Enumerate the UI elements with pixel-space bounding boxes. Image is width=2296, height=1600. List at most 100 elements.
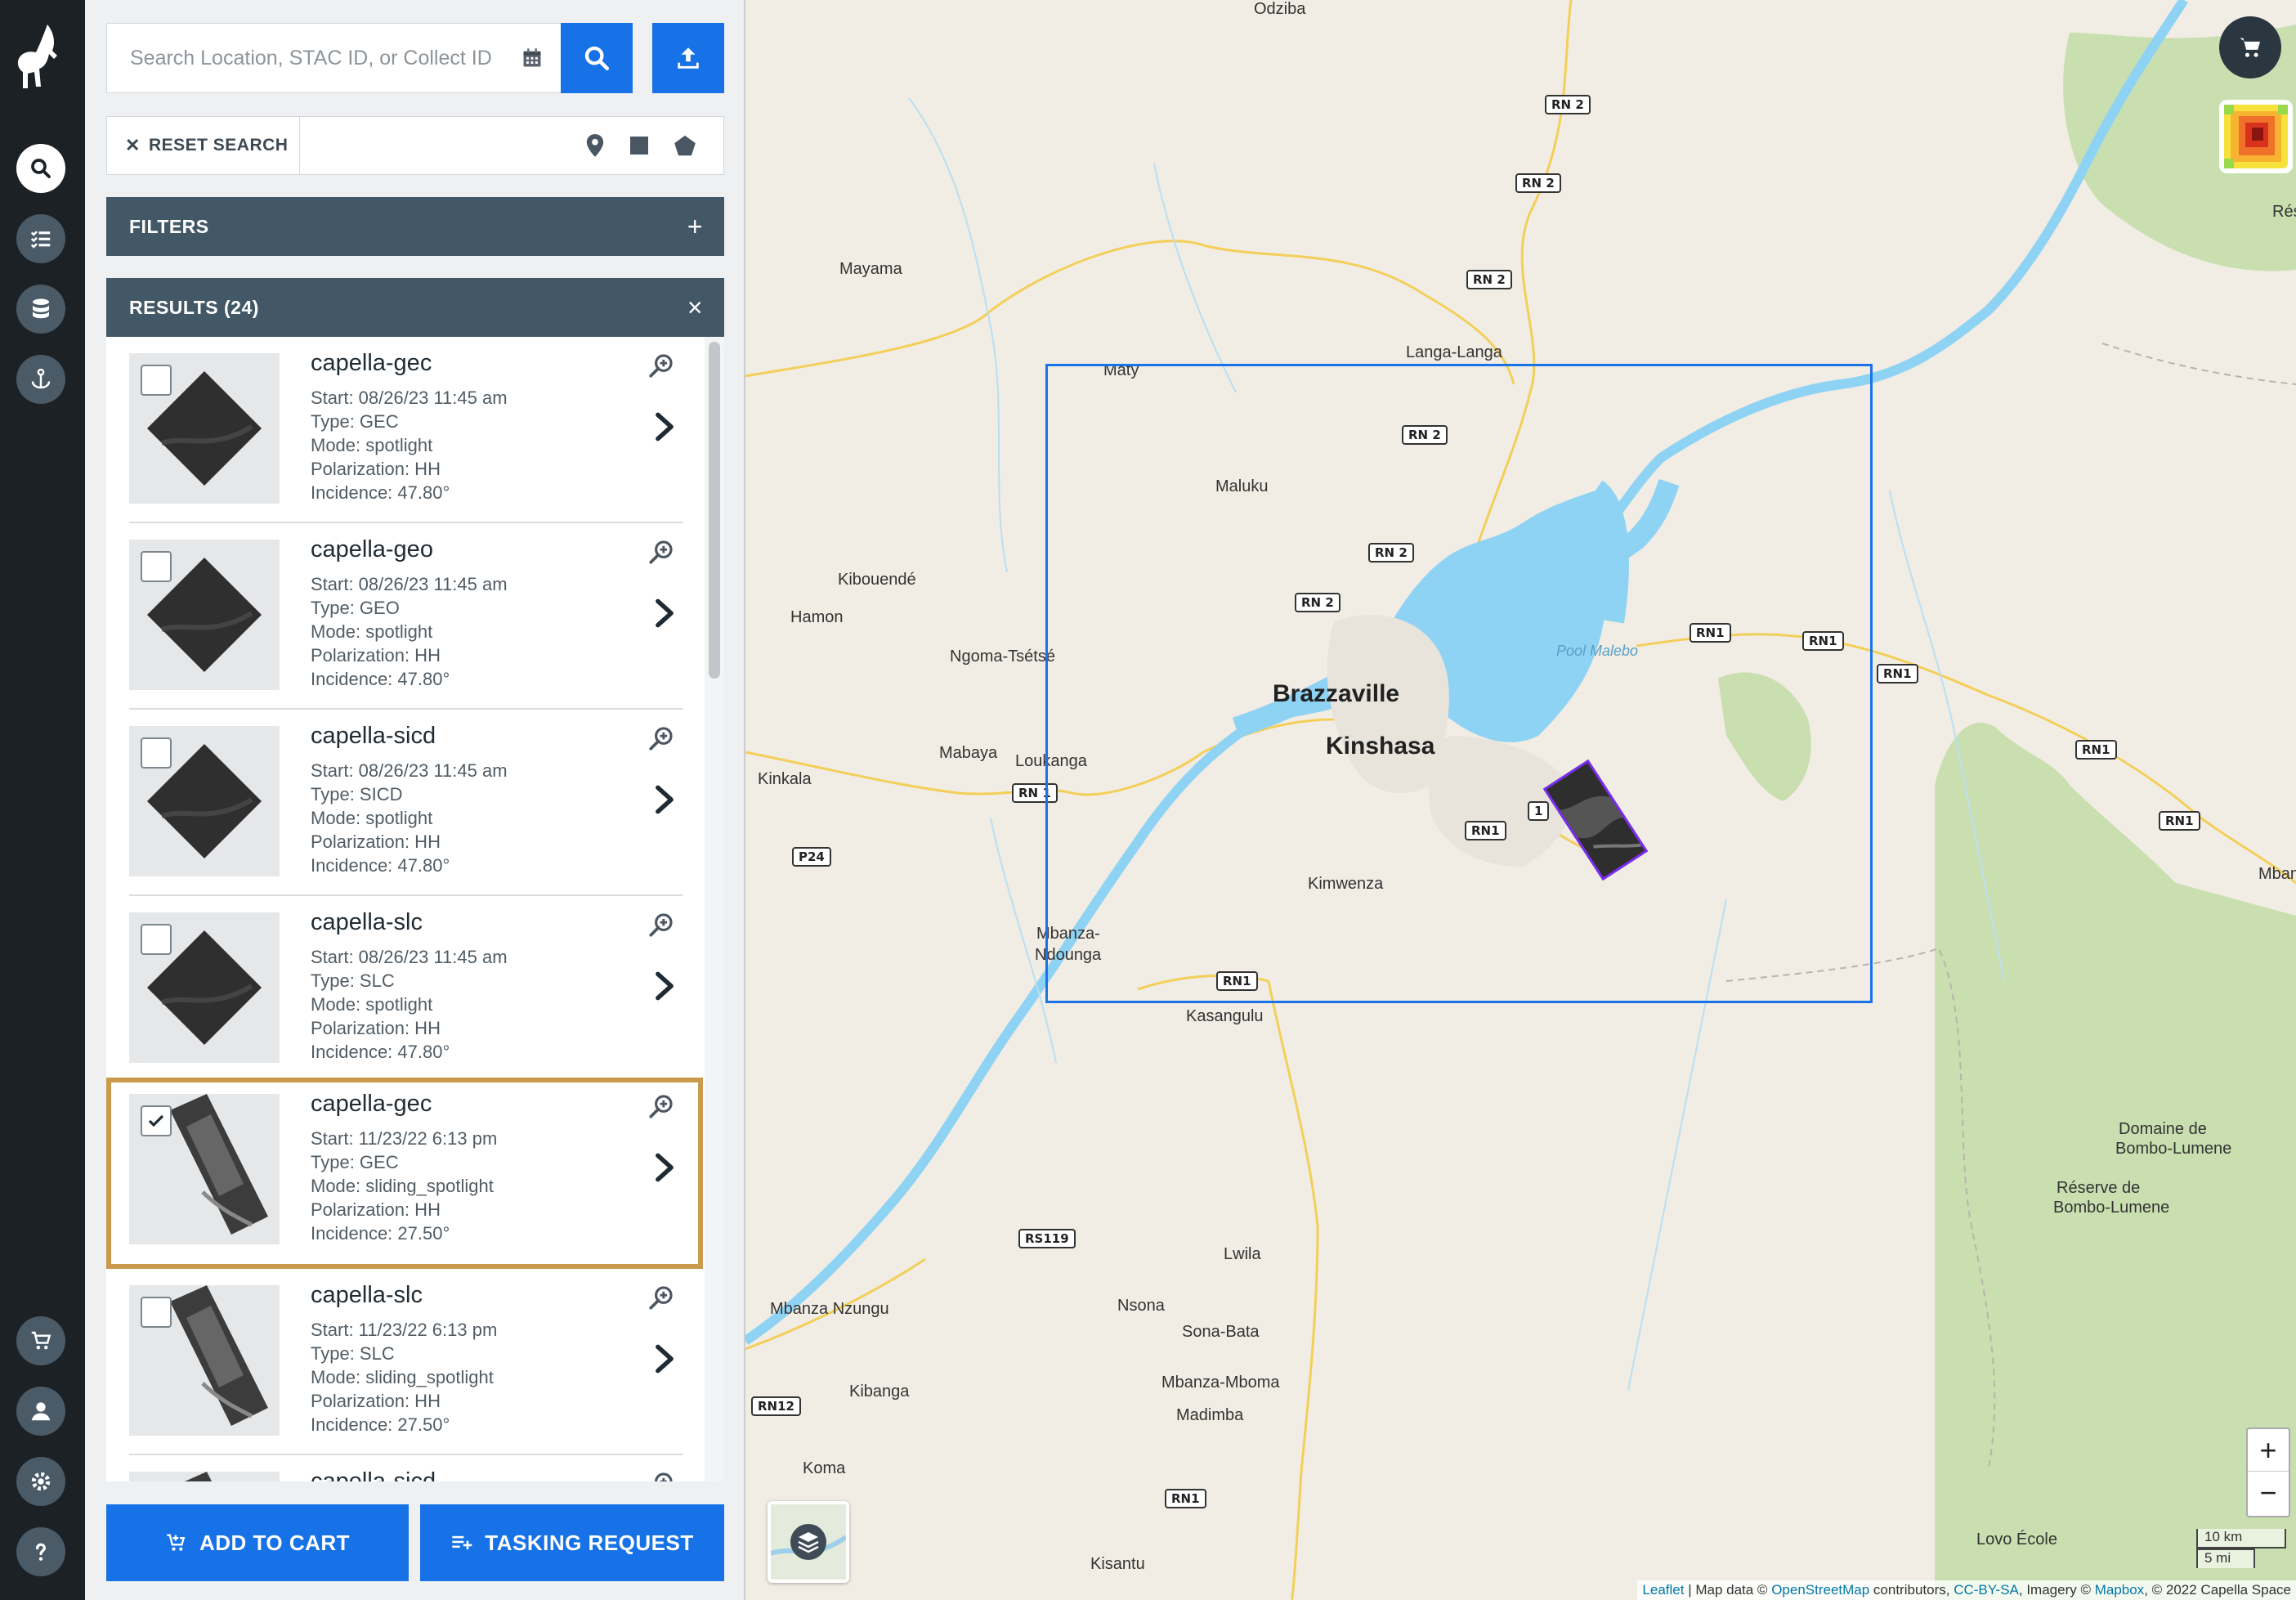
heatmap-icon — [2219, 100, 2293, 173]
result-checkbox[interactable] — [141, 1297, 172, 1328]
mapbox-link[interactable]: Mapbox — [2095, 1582, 2144, 1598]
zoom-to-icon[interactable] — [647, 352, 675, 379]
place-label: Madimba — [1176, 1406, 1244, 1424]
result-checkbox[interactable] — [141, 737, 172, 769]
chevron-right-icon[interactable] — [654, 410, 675, 443]
result-incidence: Incidence: 47.80° — [311, 482, 450, 503]
result-type: Type: GEC — [311, 1152, 399, 1172]
area-of-interest[interactable] — [1045, 364, 1873, 1003]
attribution-text-2: contributors, — [1869, 1582, 1954, 1598]
chevron-right-icon[interactable] — [654, 597, 675, 630]
result-item[interactable]: capella-sicd — [106, 1455, 703, 1481]
result-title: capella-gec — [311, 350, 432, 376]
place-label: Bombo-Lumene — [2053, 1199, 2170, 1217]
add-to-cart-button[interactable]: ADD TO CART — [106, 1504, 409, 1581]
pentagon-icon — [674, 135, 696, 156]
chevron-right-icon[interactable] — [654, 1151, 675, 1184]
result-start: Start: 11/23/22 6:13 pm — [311, 1128, 498, 1149]
filters-label: FILTERS — [129, 215, 209, 237]
result-type: Type: GEO — [311, 598, 400, 618]
upload-button[interactable] — [652, 23, 724, 93]
result-item[interactable]: capella-slc Start: 08/26/23 11:45 am Type:… — [106, 896, 703, 1082]
result-type: Type: GEC — [311, 411, 399, 432]
results-scrollbar[interactable] — [705, 337, 724, 1481]
result-checkbox[interactable] — [141, 924, 172, 955]
place-label: Rés — [2272, 203, 2296, 221]
playlist-add-icon — [452, 1535, 472, 1550]
zoom-to-icon[interactable] — [647, 538, 675, 566]
layers-button[interactable] — [768, 1501, 849, 1583]
result-title: capella-slc — [311, 1282, 423, 1308]
rail-search-button[interactable] — [16, 144, 65, 193]
search-button[interactable] — [561, 23, 633, 93]
close-icon: ✕ — [125, 135, 141, 155]
scale-km: 10 km — [2196, 1529, 2286, 1548]
calendar-icon[interactable] — [521, 47, 544, 69]
heatmap-toggle[interactable] — [2219, 100, 2293, 173]
zoom-in-button[interactable]: + — [2248, 1429, 2289, 1472]
close-results-icon[interactable]: × — [687, 293, 703, 322]
expand-filters-icon[interactable]: + — [687, 212, 703, 241]
rail-tasks-button[interactable] — [16, 214, 65, 263]
result-checkbox[interactable] — [141, 365, 172, 396]
draw-polygon-tool[interactable] — [671, 132, 699, 159]
rail-help-button[interactable] — [16, 1527, 65, 1576]
help-icon — [36, 1543, 47, 1561]
place-label: Koma — [803, 1459, 846, 1477]
attribution-text-4: , © 2022 Capella Space — [2144, 1582, 2291, 1598]
place-label: Domaine de — [2119, 1120, 2207, 1138]
result-thumbnail — [129, 1472, 280, 1481]
map-view[interactable]: Odziba Mayama Langa-Langa Maty Maluku Kibouen… — [745, 0, 2296, 1600]
result-incidence: Incidence: 47.80° — [311, 1042, 450, 1062]
result-start: Start: 08/26/23 11:45 am — [311, 947, 508, 967]
square-icon — [630, 137, 648, 155]
filters-header[interactable]: FILTERS + — [106, 197, 724, 256]
result-item[interactable]: capella-geo Start: 08/26/23 11:45 am Type:… — [106, 523, 703, 710]
zoom-to-icon[interactable] — [647, 1470, 675, 1481]
place-label: Nsona — [1117, 1297, 1165, 1315]
zoom-out-button[interactable]: − — [2248, 1472, 2289, 1514]
search-input[interactable] — [107, 24, 508, 92]
chevron-right-icon[interactable] — [654, 1342, 675, 1375]
result-start: Start: 08/26/23 11:45 am — [311, 760, 508, 781]
result-mode: Mode: spotlight — [311, 621, 433, 642]
reset-search-button[interactable]: ✕ RESET SEARCH — [107, 117, 300, 174]
road-shield: RN12 — [751, 1396, 801, 1416]
place-label: Kinkala — [758, 770, 812, 788]
rail-catalog-button[interactable] — [16, 285, 65, 334]
result-checkbox[interactable] — [141, 551, 172, 582]
draw-rectangle-tool[interactable] — [625, 132, 653, 159]
tasking-request-label: TASKING REQUEST — [485, 1530, 694, 1555]
rail-cart-button[interactable] — [16, 1316, 65, 1365]
search-icon — [31, 159, 51, 178]
zoom-to-icon[interactable] — [647, 1092, 675, 1120]
cart-fab-button[interactable] — [2219, 16, 2281, 78]
result-item[interactable]: capella-sicd Start: 08/26/23 11:45 am Type… — [106, 710, 703, 896]
cc-by-sa-link[interactable]: CC-BY-SA — [1954, 1582, 2019, 1598]
osm-link[interactable]: OpenStreetMap — [1771, 1582, 1869, 1598]
zoom-to-icon[interactable] — [647, 911, 675, 939]
rail-account-button[interactable] — [16, 1387, 65, 1436]
cart-icon — [31, 1331, 51, 1350]
zoom-to-icon[interactable] — [647, 1284, 675, 1311]
zoom-to-icon[interactable] — [647, 724, 675, 752]
result-checkbox[interactable] — [141, 1105, 172, 1136]
map-attribution: Leaflet | Map data © OpenStreetMap contr… — [1637, 1580, 2296, 1600]
rail-settings-button[interactable] — [16, 1457, 65, 1506]
road-shield: RN1 — [1877, 664, 1918, 683]
road-shield: RN1 — [1165, 1489, 1206, 1508]
road-shield: RN 2 — [1545, 95, 1591, 114]
result-title: capella-gec — [311, 1091, 432, 1117]
rail-sensor-button[interactable] — [16, 355, 65, 404]
result-item[interactable]: capella-slc Start: 11/23/22 6:13 pm Type: … — [106, 1269, 703, 1455]
results-list[interactable]: capella-gec Start: 08/26/23 11:45 am Type:… — [106, 337, 724, 1481]
result-item[interactable]: capella-gec Start: 08/26/23 11:45 am Type:… — [106, 337, 703, 523]
result-item[interactable]: capella-gec Start: 11/23/22 6:13 pm Type: … — [106, 1078, 703, 1269]
chevron-right-icon[interactable] — [654, 970, 675, 1002]
chevron-right-icon[interactable] — [654, 783, 675, 816]
draw-point-tool[interactable] — [581, 132, 609, 159]
tasking-request-button[interactable]: TASKING REQUEST — [420, 1504, 724, 1581]
leaflet-link[interactable]: Leaflet — [1642, 1582, 1684, 1598]
upload-icon — [678, 47, 699, 69]
scrollbar-thumb[interactable] — [709, 342, 720, 679]
